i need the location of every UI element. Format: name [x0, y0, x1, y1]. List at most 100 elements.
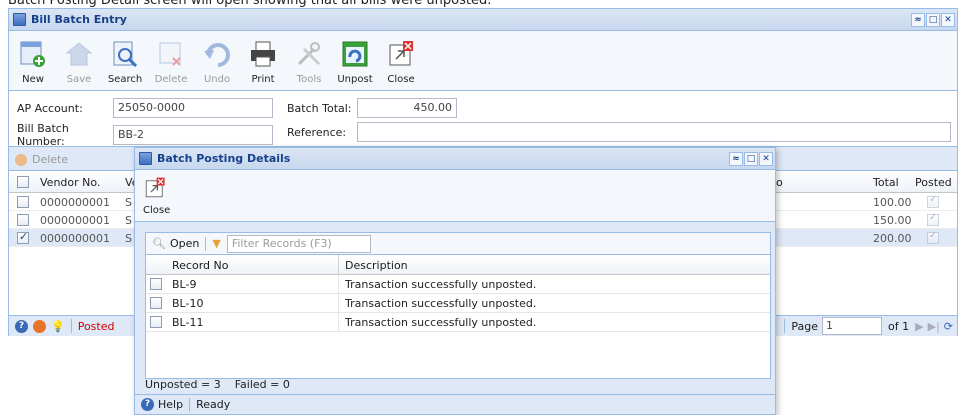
select-all-checkbox[interactable] — [17, 176, 29, 188]
record-no-cell: BL-11 — [172, 316, 204, 329]
grid-filter-bar: 🔍︎ Open ▼ Filter Records (F3) — [146, 233, 770, 255]
ap-account-label: AP Account: — [17, 101, 83, 115]
delete-button[interactable]: Delete — [151, 39, 191, 85]
filter-separator — [205, 236, 207, 251]
ready-status: Ready — [196, 398, 231, 411]
col-record-no[interactable]: Record No — [172, 259, 228, 272]
row-checkbox[interactable] — [17, 196, 29, 208]
vendor-name-cell: S — [125, 196, 132, 209]
tools-button[interactable]: Tools — [289, 39, 329, 85]
reference-field[interactable] — [357, 122, 951, 142]
bill-batch-number-label: Bill Batch Number: — [17, 122, 69, 148]
maximize-button[interactable]: □ — [926, 12, 940, 27]
tools-label: Tools — [296, 74, 322, 85]
bill-batch-number-field[interactable]: BB-2 — [113, 125, 273, 145]
unpost-button[interactable]: Unpost — [335, 39, 375, 85]
total-cell: 200.00 — [873, 232, 912, 245]
batch-total-label: Batch Total: — [287, 101, 352, 115]
description-cell: Transaction successfully unposted. — [345, 316, 537, 329]
cell-divider — [338, 294, 339, 313]
window-titlebar[interactable]: Bill Batch Entry ≈ □ ✕ — [9, 9, 957, 31]
search-button[interactable]: Search — [105, 39, 145, 85]
popup-window-close-button[interactable]: ✕ — [759, 151, 773, 166]
window-app-icon — [13, 13, 26, 26]
delete-row-icon — [15, 153, 27, 166]
row-checkbox[interactable] — [150, 316, 162, 328]
help-button[interactable]: Help — [158, 398, 183, 411]
col-total[interactable]: Total — [873, 176, 899, 189]
row-checkbox[interactable] — [17, 230, 29, 244]
column-divider — [338, 255, 339, 275]
new-icon — [18, 39, 48, 69]
undo-button[interactable]: Undo — [197, 39, 237, 85]
grid-delete-button[interactable]: Delete — [32, 153, 68, 166]
batch-total-field[interactable]: 450.00 — [357, 98, 457, 118]
batch-posting-details-window: Batch Posting Details ≈ □ ✕ Close 🔍︎ Ope… — [134, 147, 776, 415]
delete-icon — [156, 39, 186, 69]
posted-checkbox — [927, 212, 939, 226]
close-icon — [143, 176, 167, 200]
undo-label: Undo — [203, 74, 231, 85]
popup-title: Batch Posting Details — [157, 152, 291, 165]
row-checkbox[interactable] — [150, 278, 162, 290]
delete-label: Delete — [154, 74, 188, 85]
vendor-no-cell: 0000000001 — [40, 232, 110, 245]
row-checkbox[interactable] — [17, 214, 29, 226]
page-input[interactable]: 1 — [822, 317, 883, 335]
close-button[interactable]: Close — [381, 39, 421, 85]
popup-maximize-button[interactable]: □ — [744, 151, 758, 166]
next-page-icon[interactable]: ▶ — [915, 320, 923, 333]
window-close-button[interactable]: ✕ — [941, 12, 955, 27]
new-button[interactable]: New — [13, 39, 53, 85]
ap-account-field[interactable]: 25050-0000 — [113, 98, 273, 118]
open-button[interactable]: Open — [170, 237, 199, 250]
cell-divider — [338, 313, 339, 332]
reference-label: Reference: — [287, 125, 347, 139]
record-no-cell: BL-10 — [172, 297, 204, 310]
search-label: Search — [107, 74, 143, 85]
page-caption: Batch Posting Detail screen will open sh… — [8, 0, 492, 8]
save-label: Save — [66, 74, 92, 85]
unpost-label: Unpost — [337, 74, 373, 85]
filter-records-input[interactable]: Filter Records (F3) — [226, 234, 371, 253]
last-page-icon[interactable]: ▶| — [928, 320, 940, 333]
col-posted[interactable]: Posted — [915, 176, 952, 189]
popup-titlebar[interactable]: Batch Posting Details ≈ □ ✕ — [135, 148, 775, 170]
list-item[interactable]: BL-11 Transaction successfully unposted. — [146, 313, 770, 332]
posting-summary: Unposted = 3 Failed = 0 — [145, 378, 290, 391]
window-title: Bill Batch Entry — [31, 13, 127, 26]
collapse-button[interactable]: ≈ — [911, 12, 925, 27]
popup-collapse-button[interactable]: ≈ — [729, 151, 743, 166]
page-label: Page — [791, 319, 819, 333]
col-description[interactable]: Description — [345, 259, 408, 272]
refresh-icon[interactable]: ⟳ — [944, 320, 953, 333]
row-checkbox[interactable] — [150, 297, 162, 309]
save-button[interactable]: Save — [59, 39, 99, 85]
col-partial[interactable]: o — [776, 176, 783, 189]
vendor-name-cell: S — [125, 214, 132, 227]
popup-close-button[interactable]: Close — [143, 176, 183, 216]
list-item[interactable]: BL-10 Transaction successfully unposted. — [146, 294, 770, 313]
help-icon[interactable]: ? — [15, 319, 28, 333]
popup-app-icon — [139, 152, 152, 165]
posted-checkbox — [927, 230, 939, 244]
vendor-name-cell: S — [125, 232, 132, 245]
unpost-icon — [340, 39, 370, 69]
lightbulb-icon[interactable]: 💡 — [51, 320, 65, 333]
status-separator — [70, 319, 72, 333]
vendor-no-cell: 0000000001 — [40, 196, 110, 209]
popup-grid-header: Record No Description — [146, 255, 770, 275]
filter-icon[interactable]: ▼ — [212, 237, 220, 250]
col-vendor-no[interactable]: Vendor No. — [40, 176, 100, 189]
tools-icon — [294, 39, 324, 69]
record-no-cell: BL-9 — [172, 278, 197, 291]
new-label: New — [22, 74, 44, 85]
description-cell: Transaction successfully unposted. — [345, 297, 537, 310]
print-label: Print — [251, 74, 275, 85]
error-icon[interactable] — [33, 319, 46, 333]
status-separator — [189, 397, 191, 412]
print-button[interactable]: Print — [243, 39, 283, 85]
list-item[interactable]: BL-9 Transaction successfully unposted. — [146, 275, 770, 294]
total-cell: 100.00 — [873, 196, 912, 209]
help-icon[interactable]: ? — [141, 398, 154, 411]
